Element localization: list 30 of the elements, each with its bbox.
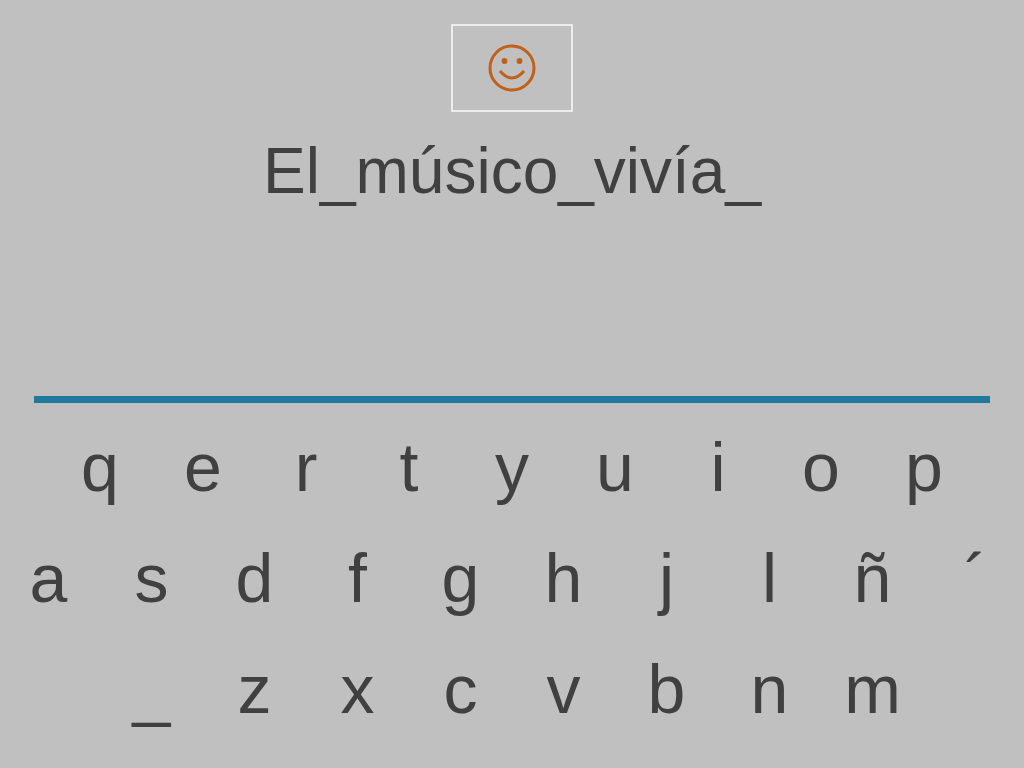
letter-key[interactable]: u: [563, 421, 667, 512]
letter-key[interactable]: m: [821, 643, 924, 734]
letter-key[interactable]: z: [203, 643, 306, 734]
answer-text: El_músico_vivía_: [263, 134, 761, 208]
letter-key[interactable]: x: [306, 643, 409, 734]
letter-key[interactable]: q: [48, 421, 152, 512]
letter-key[interactable]: l: [718, 532, 821, 623]
letter-key[interactable]: o: [769, 421, 873, 512]
letter-key[interactable]: g: [409, 532, 512, 623]
letter-key[interactable]: t: [357, 421, 461, 512]
letter-key[interactable]: n: [718, 643, 821, 734]
hint-button[interactable]: [451, 24, 573, 112]
letter-key[interactable]: c: [409, 643, 512, 734]
letter-key[interactable]: j: [615, 532, 718, 623]
letter-key[interactable]: ñ: [821, 532, 924, 623]
letter-key[interactable]: v: [512, 643, 615, 734]
letter-key[interactable]: ´: [924, 532, 1024, 623]
letter-key[interactable]: s: [100, 532, 203, 623]
letter-key[interactable]: d: [203, 532, 306, 623]
letter-key[interactable]: i: [666, 421, 770, 512]
letter-key[interactable]: p: [872, 421, 976, 512]
letter-key[interactable]: a: [0, 532, 100, 623]
letter-key[interactable]: e: [151, 421, 255, 512]
letter-key[interactable]: r: [254, 421, 358, 512]
letter-key[interactable]: b: [615, 643, 718, 734]
letter-key[interactable]: h: [512, 532, 615, 623]
letter-key[interactable]: y: [460, 421, 564, 512]
letter-key[interactable]: f: [306, 532, 409, 623]
smiley-icon: [487, 43, 537, 93]
letter-key[interactable]: _: [100, 643, 203, 734]
